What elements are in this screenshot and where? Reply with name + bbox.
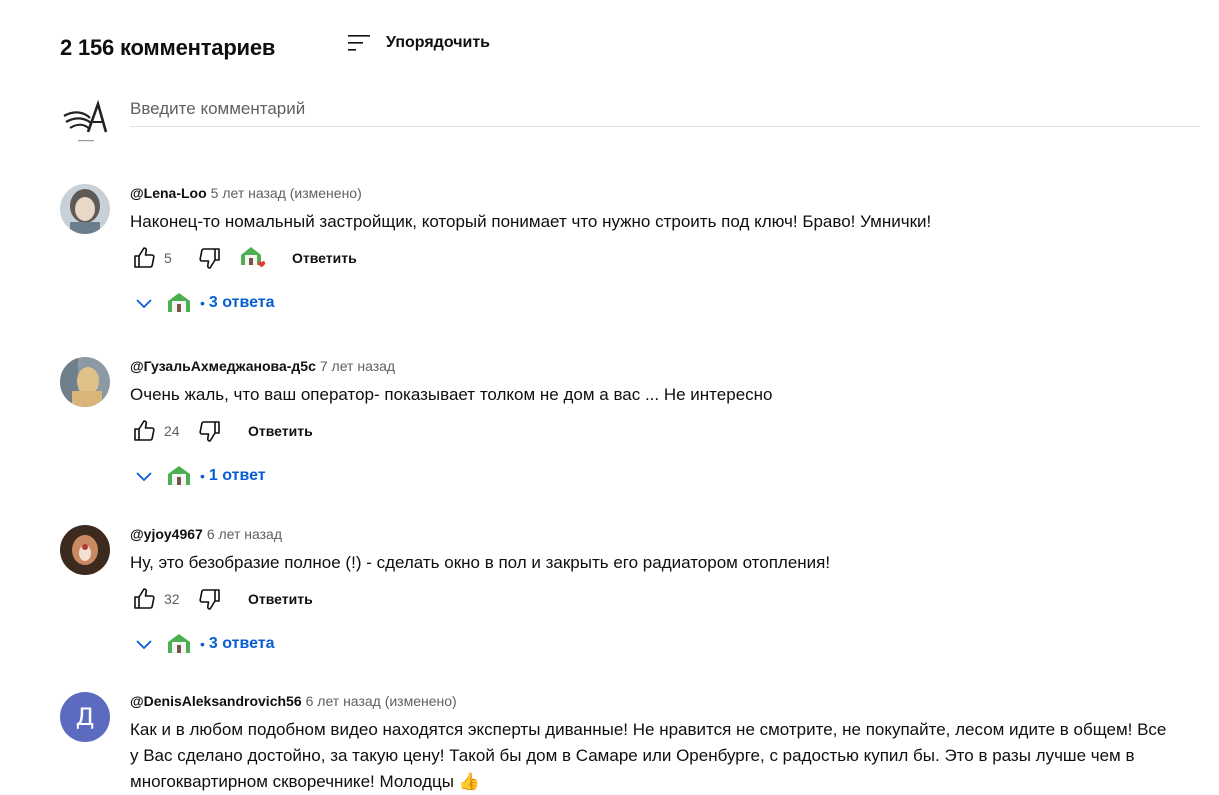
comment-time[interactable]: 5 лет назад (изменено)	[211, 185, 362, 201]
reply-button[interactable]: Ответить	[292, 250, 357, 266]
comment-composer	[60, 94, 1200, 154]
replies-count: 3 ответа	[208, 635, 275, 652]
comments-count: 2 156 комментариев	[60, 35, 276, 60]
thumb-up-icon	[134, 588, 155, 609]
chevron-down-icon	[136, 472, 152, 482]
like-count: 5	[164, 250, 172, 266]
thumb-down-icon	[199, 421, 220, 442]
comment-time[interactable]: 7 лет назад	[320, 358, 395, 374]
comment-time[interactable]: 6 лет назад	[207, 526, 282, 542]
replies-toggle[interactable]: • 3 ответа	[130, 287, 1170, 319]
creator-reply-avatar	[166, 290, 192, 316]
replies-count: 1 ответ	[208, 467, 266, 484]
dislike-button[interactable]	[196, 585, 224, 613]
thumb-up-icon	[134, 247, 155, 268]
replies-toggle[interactable]: • 1 ответ	[130, 460, 1170, 492]
like-button[interactable]	[130, 585, 158, 613]
more-actions-button[interactable]	[1210, 202, 1219, 226]
sort-icon	[348, 35, 370, 51]
comment-text: Наконец-то номальный застройщик, который…	[130, 212, 932, 231]
avatar[interactable]	[60, 357, 110, 407]
comments-header: 2 156 комментариев	[60, 28, 275, 68]
thumb-down-icon	[199, 248, 220, 269]
dislike-button[interactable]	[196, 244, 224, 272]
avatar[interactable]	[60, 525, 110, 575]
creator-reply-avatar	[166, 463, 192, 489]
comment-time[interactable]: 6 лет назад (изменено)	[306, 693, 457, 709]
creator-heart-badge	[238, 243, 268, 273]
chevron-down-icon	[136, 640, 152, 650]
comment-text: Ну, это безобразие полное (!) - сделать …	[130, 553, 831, 572]
thumb-up-icon	[134, 420, 155, 441]
more-actions-button[interactable]	[1210, 706, 1219, 730]
like-count: 32	[164, 591, 180, 607]
comment-author[interactable]: @ГузальАхмеджанова-д5с	[130, 358, 316, 374]
like-button[interactable]	[130, 244, 158, 272]
chevron-down-icon	[136, 299, 152, 309]
like-count: 24	[164, 423, 180, 439]
sort-button[interactable]: Упорядочить	[346, 32, 490, 54]
avatar[interactable]	[60, 184, 110, 234]
dislike-button[interactable]	[196, 417, 224, 445]
thumb-down-icon	[199, 589, 220, 610]
replies-toggle[interactable]: • 3 ответа	[130, 628, 1170, 660]
comment-author[interactable]: @Lena-Loo	[130, 185, 207, 201]
creator-reply-avatar	[166, 631, 192, 657]
replies-count: 3 ответа	[208, 294, 275, 311]
sort-label: Упорядочить	[386, 34, 491, 51]
avatar[interactable]: Д	[60, 692, 110, 742]
more-actions-button[interactable]	[1210, 375, 1219, 399]
comment-author[interactable]: @DenisAleksandrovich56	[130, 693, 302, 709]
comment-text: Очень жаль, что ваш оператор- показывает…	[130, 385, 773, 404]
comment-text: Как и в любом подобном видео находятся э…	[130, 720, 1167, 791]
avatar-letter: Д	[75, 703, 95, 731]
reply-button[interactable]: Ответить	[248, 591, 313, 607]
channel-logo-avatar	[60, 96, 112, 148]
comment-input[interactable]	[130, 94, 1200, 127]
comment-author[interactable]: @yjoy4967	[130, 526, 203, 542]
like-button[interactable]	[130, 417, 158, 445]
reply-button[interactable]: Ответить	[248, 423, 313, 439]
more-actions-button[interactable]	[1210, 543, 1219, 567]
